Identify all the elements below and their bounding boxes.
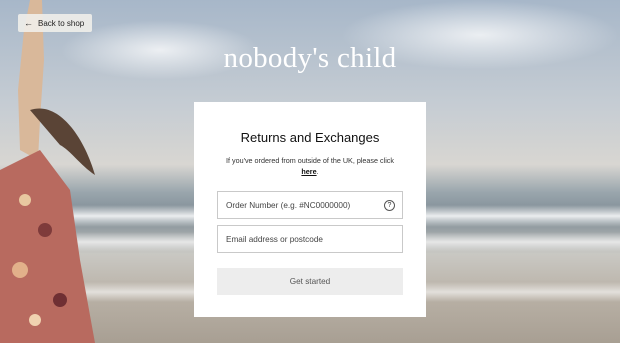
order-number-placeholder: Order Number (e.g. #NC0000000): [226, 200, 351, 210]
subtitle-text: If you've ordered from outside of the UK…: [226, 156, 394, 165]
get-started-button[interactable]: Get started: [217, 268, 403, 296]
help-icon[interactable]: ?: [384, 199, 395, 211]
form-title: Returns and Exchanges: [240, 130, 380, 145]
order-number-field[interactable]: Order Number (e.g. #NC0000000) ?: [217, 191, 403, 220]
brand-logo: nobody's child: [223, 42, 397, 74]
outside-uk-link[interactable]: here: [301, 167, 316, 176]
email-postcode-placeholder: Email address or postcode: [226, 234, 323, 244]
arrow-left-icon: ←: [24, 17, 33, 28]
back-to-shop-label: Back to shop: [38, 18, 85, 28]
returns-form-card: Returns and Exchanges If you've ordered …: [194, 102, 426, 317]
form-subtitle: If you've ordered from outside of the UK…: [217, 155, 403, 177]
subtitle-period: .: [316, 167, 319, 177]
email-postcode-field[interactable]: Email address or postcode: [217, 225, 403, 254]
back-to-shop-button[interactable]: ← Back to shop: [18, 14, 93, 32]
